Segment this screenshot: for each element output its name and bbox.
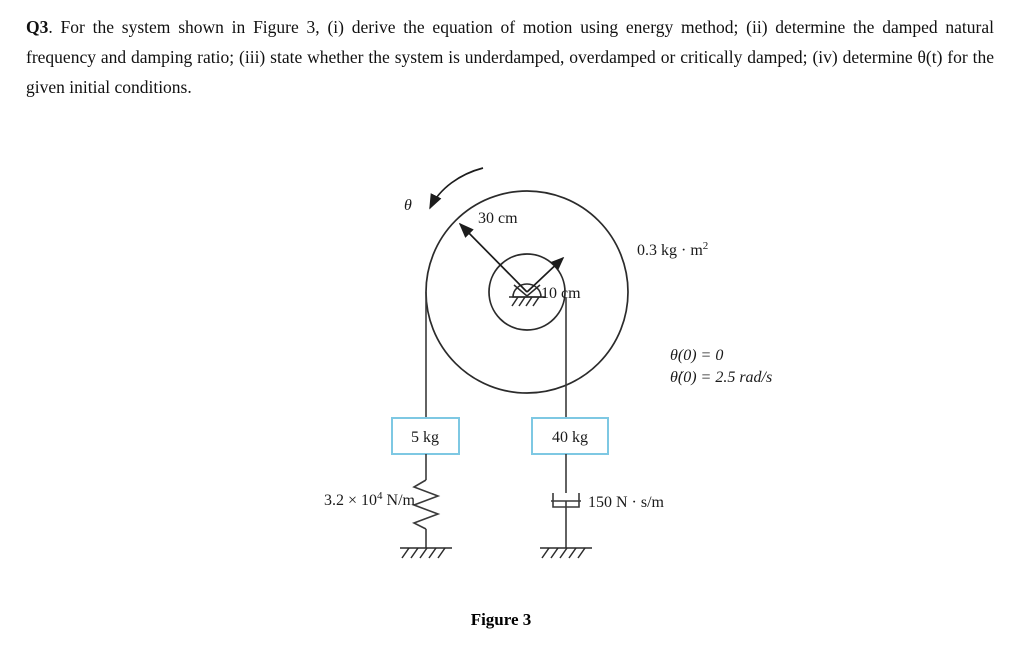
spring-element — [411, 454, 441, 548]
spring-constant-base: 3.2 × 10 — [324, 492, 377, 509]
question-text: . For the system shown in Figure 3, (i) … — [26, 17, 994, 97]
inertia-label: 0.3 kg · m2 — [637, 240, 708, 259]
initial-velocity-label: θ̇(0) = 2.5 rad/s — [670, 369, 772, 386]
right-ground-support — [540, 547, 592, 559]
figure-drawing: θ 30 cm 10 cm 0.3 kg · m2 θ(0) = 0 θ̇(0)… — [324, 167, 772, 629]
figure-caption: Figure 3 — [471, 610, 532, 629]
inertia-value: 0.3 kg · m — [637, 242, 703, 259]
theta-symbol-label: θ — [404, 197, 412, 214]
left-mass-label: 5 kg — [411, 429, 439, 446]
theta-rotation-arrow — [429, 167, 484, 210]
spring-constant-units: N/m — [383, 492, 416, 509]
damper-element — [551, 454, 581, 548]
damper-label: 150 N · s/m — [588, 494, 665, 511]
inner-radius-label: 10 cm — [541, 285, 581, 302]
outer-radius-label: 30 cm — [478, 210, 518, 227]
left-ground-support — [400, 547, 452, 559]
left-mass-block: 5 kg — [391, 417, 460, 455]
outer-radius-arrow — [458, 222, 528, 293]
spring-constant-label: 3.2 × 104 N/m — [324, 490, 416, 509]
question-paragraph: Q3. For the system shown in Figure 3, (i… — [26, 12, 994, 102]
pivot-support — [509, 283, 545, 307]
figure-3: θ 30 cm 10 cm 0.3 kg · m2 θ(0) = 0 θ̇(0)… — [0, 130, 1024, 650]
right-mass-label: 40 kg — [552, 429, 588, 446]
inertia-exponent: 2 — [703, 240, 709, 252]
right-mass-block: 40 kg — [531, 417, 609, 455]
initial-position-label: θ(0) = 0 — [670, 347, 723, 364]
question-number: Q3 — [26, 17, 49, 37]
